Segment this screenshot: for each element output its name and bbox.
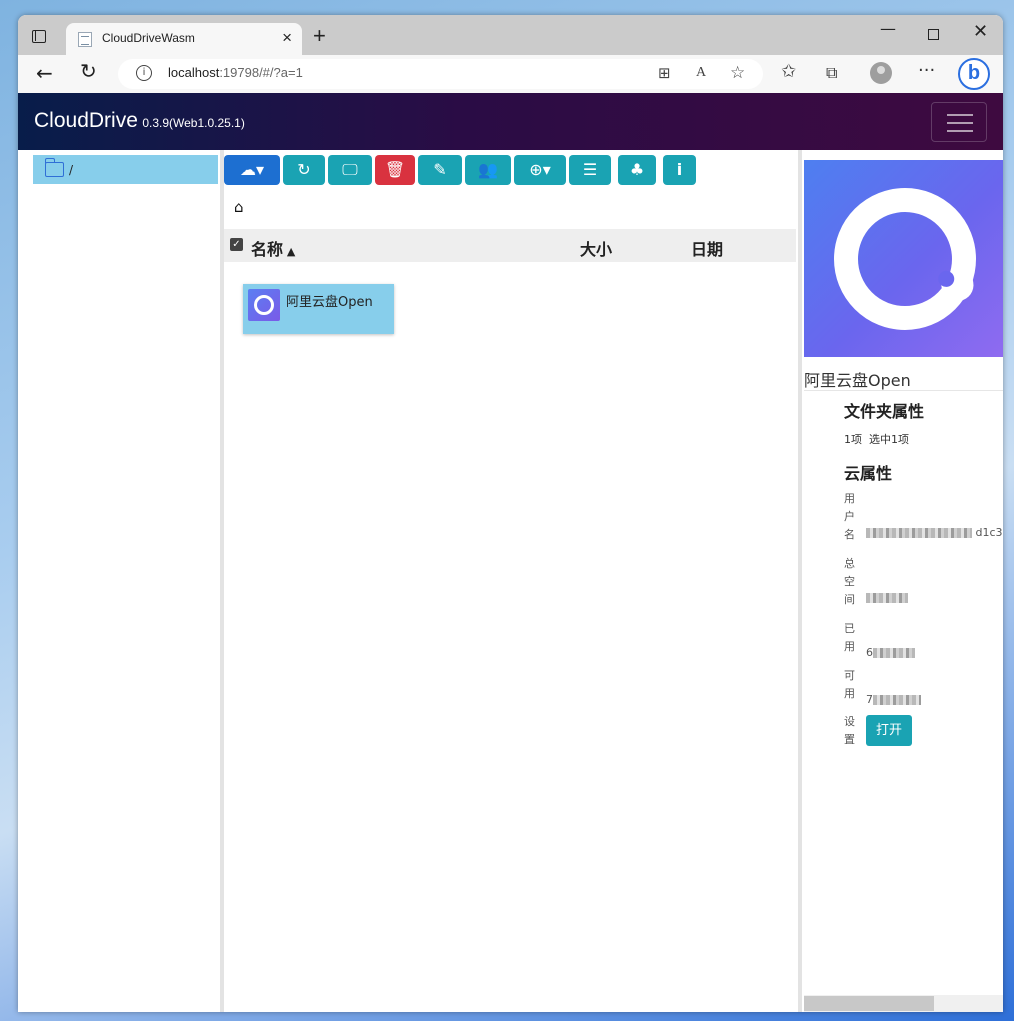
col-header-date[interactable]: 日期 <box>691 236 723 260</box>
available-space-label: 可用 <box>844 669 855 700</box>
url-text: localhost:19798/#/?a=1 <box>168 65 303 80</box>
redacted-value <box>873 695 921 705</box>
total-space-label: 总空间 <box>844 557 855 606</box>
split-screen-icon[interactable]: ⊞ <box>658 64 671 82</box>
edit-icon: ✎ <box>433 160 447 179</box>
refresh-button[interactable]: ↻ <box>283 155 325 185</box>
redacted-value <box>866 593 908 603</box>
select-all-checkbox[interactable]: ✓ <box>230 238 243 251</box>
list-item[interactable]: 阿里云盘Open <box>243 284 394 334</box>
browser-tab[interactable]: CloudDriveWasm × <box>66 23 302 55</box>
reload-icon[interactable]: ↻ <box>80 59 97 83</box>
refresh-icon: ↻ <box>297 160 311 179</box>
profile-icon[interactable] <box>870 62 892 84</box>
redacted-value <box>866 528 972 538</box>
read-aloud-icon[interactable]: A <box>696 65 706 81</box>
brand-version: 0.3.9(Web1.0.25.1) <box>142 116 245 130</box>
aliyun-drive-icon <box>248 289 280 321</box>
new-tab-icon[interactable]: + <box>313 23 326 49</box>
tree-icon: ♣ <box>629 160 645 179</box>
app-brand[interactable]: CloudDrive 0.3.9(Web1.0.25.1) <box>34 109 245 133</box>
address-bar[interactable]: i localhost:19798/#/?a=1 ⊞ A ☆ <box>118 59 763 89</box>
settings-label: 设置 <box>844 715 855 746</box>
list-icon: ☰ <box>582 160 598 179</box>
total-space-value <box>866 591 908 604</box>
folder-tree: / <box>18 150 220 1012</box>
detail-pane: 阿里云盘Open 文件夹属性 1项 选中1项 云属性 用户名 d1c3 总空间 … <box>804 150 1003 1012</box>
list-item-name: 阿里云盘Open <box>286 295 373 310</box>
desktop-icon: 🖵 <box>342 160 358 179</box>
detail-name: 阿里云盘Open <box>804 371 911 390</box>
delete-button[interactable]: 🗑 <box>375 155 415 185</box>
add-favorite-icon[interactable]: ☆ <box>730 63 745 83</box>
username-label: 用户名 <box>844 492 855 541</box>
tab-close-icon[interactable]: × <box>282 28 292 48</box>
used-space-label: 已用 <box>844 622 855 653</box>
aliyun-logo-icon <box>834 188 976 330</box>
tree-view-button[interactable]: ♣ <box>618 155 656 185</box>
cloud-icon: ☁▾ <box>239 160 265 179</box>
browser-toolbar: ← ↻ i localhost:19798/#/?a=1 ⊞ A ☆ ✩ ⧉ ·… <box>18 55 1003 93</box>
window-close-icon[interactable]: ✕ <box>973 21 988 42</box>
bing-icon[interactable]: b <box>958 58 990 90</box>
tab-bar: CloudDriveWasm × + — ✕ <box>18 15 1003 55</box>
folder-props-title: 文件夹属性 <box>844 402 925 421</box>
list-header: ✓ 名称 ▲ 大小 日期 <box>224 229 796 262</box>
site-info-icon[interactable]: i <box>136 65 152 81</box>
open-settings-button[interactable]: 打开 <box>866 715 912 746</box>
page-favicon-icon <box>78 32 92 47</box>
home-icon[interactable]: ⌂ <box>234 198 244 216</box>
divider <box>804 390 1003 391</box>
zoom-icon: ⊕▾ <box>529 160 551 179</box>
right-splitter[interactable] <box>798 150 802 1012</box>
hamburger-line <box>947 130 973 132</box>
edit-button[interactable]: ✎ <box>418 155 462 185</box>
collections-icon[interactable]: ⧉ <box>826 63 837 83</box>
favorites-icon[interactable]: ✩ <box>781 61 796 82</box>
tab-actions-icon[interactable] <box>30 27 50 47</box>
folder-icon <box>44 158 64 177</box>
available-space-value: 7 <box>866 693 921 706</box>
cloud-props-title: 云属性 <box>844 464 893 483</box>
brand-name: CloudDrive <box>34 109 138 132</box>
col-header-size[interactable]: 大小 <box>580 236 612 260</box>
app-header: CloudDrive 0.3.9(Web1.0.25.1) <box>18 93 1003 150</box>
minimize-icon[interactable]: — <box>880 19 896 38</box>
maximize-icon[interactable] <box>928 29 939 40</box>
menu-toggle-button[interactable] <box>931 102 987 142</box>
info-icon: i <box>676 160 683 179</box>
used-space-value: 6 <box>866 646 915 659</box>
hamburger-line <box>947 122 973 124</box>
preview-image <box>804 160 1003 357</box>
username-value: d1c3 <box>866 526 1003 539</box>
more-icon[interactable]: ··· <box>918 60 935 81</box>
horizontal-scrollbar[interactable] <box>804 995 1003 1012</box>
browser-window: CloudDriveWasm × + — ✕ ← ↻ i localhost:1… <box>18 15 1003 1012</box>
back-icon[interactable]: ← <box>36 61 53 85</box>
people-icon: 👥 <box>478 160 498 179</box>
hamburger-line <box>947 114 973 116</box>
item-count: 1项 选中1项 <box>844 433 909 446</box>
file-list-pane: ☁▾ ↻ 🖵 🗑 ✎ 👥 ⊕▾ ☰ ♣ i ⌂ ✓ 名称 ▲ 大小 日期 阿里云… <box>224 150 798 1012</box>
sort-asc-icon: ▲ <box>283 245 296 258</box>
redacted-value <box>873 648 915 658</box>
scrollbar-thumb[interactable] <box>804 996 934 1011</box>
cloud-menu-button[interactable]: ☁▾ <box>224 155 280 185</box>
tree-node-label: / <box>69 163 74 177</box>
tree-node-root[interactable]: / <box>33 155 218 184</box>
share-button[interactable]: 👥 <box>465 155 511 185</box>
desktop-button[interactable]: 🖵 <box>328 155 372 185</box>
info-button[interactable]: i <box>663 155 696 185</box>
zoom-menu-button[interactable]: ⊕▾ <box>514 155 566 185</box>
col-header-name[interactable]: 名称 ▲ <box>251 236 295 260</box>
tab-title: CloudDriveWasm <box>102 31 195 45</box>
logo-notch <box>939 272 977 304</box>
trash-icon: 🗑 <box>384 160 406 179</box>
list-view-button[interactable]: ☰ <box>569 155 611 185</box>
